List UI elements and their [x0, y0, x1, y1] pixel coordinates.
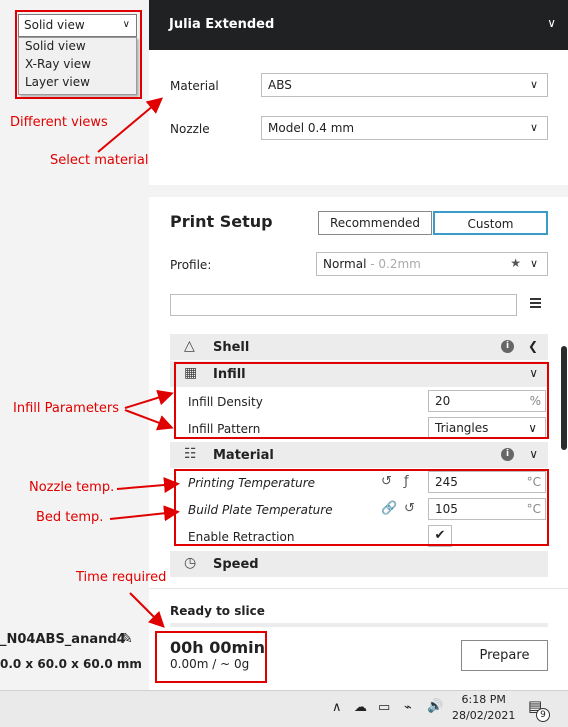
- settings-search-input[interactable]: [170, 294, 517, 316]
- view-option-layer[interactable]: Layer view: [19, 74, 136, 92]
- infill-pattern-label: Infill Pattern: [188, 422, 261, 436]
- annotation-infill-parameters: Infill Parameters: [13, 401, 120, 416]
- retraction-label: Enable Retraction: [188, 530, 295, 544]
- chevron-up-icon[interactable]: ∧: [332, 700, 342, 715]
- chevron-down-icon[interactable]: ∨: [547, 16, 556, 30]
- category-shell[interactable]: △ Shell i ❮: [170, 334, 548, 360]
- material-label: Material: [170, 79, 219, 93]
- printing-temp-label: Printing Temperature: [188, 476, 316, 490]
- chevron-down-icon: ∨: [528, 421, 537, 435]
- pencil-icon[interactable]: ✎: [121, 631, 133, 647]
- printing-temp-input[interactable]: 245 °C: [428, 471, 546, 493]
- category-infill[interactable]: ▦ Infill ∨: [170, 361, 548, 387]
- cloud-icon[interactable]: ☁: [354, 700, 367, 715]
- printer-name: Julia Extended: [169, 17, 275, 32]
- print-setup-title: Print Setup: [170, 212, 273, 231]
- viewer-area: [0, 0, 150, 690]
- progress-bar: [170, 623, 548, 627]
- category-speed[interactable]: ◷ Speed: [170, 551, 548, 577]
- profile-detail: - 0.2mm: [366, 257, 421, 271]
- annotation-time-required: Time required: [76, 570, 167, 585]
- check-icon: ✔: [434, 528, 446, 543]
- profile-value: Normal: [323, 257, 367, 271]
- print-time: 00h 00min: [170, 638, 266, 657]
- annotation-different-views: Different views: [10, 115, 108, 130]
- printing-temp-unit: °C: [526, 475, 541, 489]
- category-speed-label: Speed: [213, 557, 259, 572]
- section-divider: [149, 185, 568, 197]
- bed-temp-value: 105: [435, 502, 458, 516]
- nozzle-value: Model 0.4 mm: [268, 121, 355, 135]
- battery-icon[interactable]: ▭: [378, 700, 390, 715]
- material-amount: 0.00m / ~ 0g: [170, 657, 250, 671]
- job-dimensions: 0.0 x 60.0 x 60.0 mm: [0, 657, 142, 671]
- star-icon[interactable]: ★: [510, 256, 521, 270]
- annotation-bed-temp: Bed temp.: [36, 510, 104, 525]
- view-option-xray[interactable]: X-Ray view: [19, 56, 136, 74]
- view-mode-select[interactable]: Solid view ∨: [18, 14, 137, 37]
- printer-header[interactable]: Julia Extended ∨: [149, 0, 568, 50]
- profile-label: Profile:: [170, 258, 212, 272]
- nozzle-label: Nozzle: [170, 122, 210, 136]
- chevron-down-icon: ∨: [122, 19, 130, 30]
- category-material-label: Material: [213, 448, 274, 463]
- infill-density-value: 20: [435, 394, 451, 408]
- chevron-down-icon: ∨: [529, 257, 538, 270]
- annotation-nozzle-temp: Nozzle temp.: [29, 480, 115, 495]
- infill-pattern-value: Triangles: [435, 421, 489, 435]
- chevron-down-icon: ∨: [529, 121, 538, 134]
- tab-custom[interactable]: Custom: [433, 211, 548, 235]
- retraction-checkbox[interactable]: ✔: [428, 525, 452, 547]
- reset-icon[interactable]: ↺: [404, 501, 415, 516]
- speed-icon: ◷: [184, 555, 197, 571]
- menu-icon[interactable]: [530, 298, 541, 310]
- chevron-down-icon: ∨: [529, 447, 538, 461]
- material-select[interactable]: ABS ∨: [261, 73, 548, 97]
- category-shell-label: Shell: [213, 340, 250, 355]
- printing-temp-value: 245: [435, 475, 458, 489]
- link-icon[interactable]: 🔗: [381, 501, 397, 516]
- bed-temp-unit: °C: [526, 502, 541, 516]
- material-value: ABS: [268, 78, 292, 92]
- shell-icon: △: [184, 338, 195, 354]
- infill-icon: ▦: [184, 365, 198, 381]
- notification-count: 9: [536, 708, 550, 722]
- view-option-solid[interactable]: Solid view: [19, 38, 136, 56]
- view-mode-dropdown: Solid view X-Ray view Layer view: [18, 37, 137, 95]
- tab-recommended[interactable]: Recommended: [318, 211, 432, 235]
- category-infill-label: Infill: [213, 367, 246, 382]
- info-icon[interactable]: i: [501, 340, 514, 353]
- infill-density-label: Infill Density: [188, 395, 263, 409]
- profile-select[interactable]: Normal - 0.2mm ★ ∨: [316, 252, 548, 276]
- reset-icon[interactable]: ↺: [381, 474, 392, 489]
- annotation-select-material: Select material: [50, 153, 149, 168]
- material-icon: ☷: [184, 446, 197, 462]
- info-icon[interactable]: i: [501, 448, 514, 461]
- infill-density-input[interactable]: 20 %: [428, 390, 546, 412]
- category-material[interactable]: ☷ Material i ∨: [170, 442, 548, 468]
- chevron-down-icon: ∨: [529, 78, 538, 91]
- infill-pattern-select[interactable]: Triangles ∨: [428, 417, 546, 439]
- clock-date: 28/02/2021: [452, 709, 516, 722]
- infill-density-unit: %: [529, 394, 541, 408]
- taskbar-clock[interactable]: 6:18 PM 28/02/2021: [452, 692, 515, 724]
- bed-temp-label: Build Plate Temperature: [188, 503, 333, 517]
- nozzle-select[interactable]: Model 0.4 mm ∨: [261, 116, 548, 140]
- prepare-button[interactable]: Prepare: [461, 640, 548, 671]
- slice-status: Ready to slice: [170, 604, 265, 618]
- volume-icon[interactable]: 🔊: [427, 699, 443, 714]
- bed-temp-input[interactable]: 105 °C: [428, 498, 546, 520]
- view-mode-selected: Solid view: [24, 18, 85, 32]
- chevron-left-icon: ❮: [527, 339, 538, 353]
- wifi-icon[interactable]: ⌁: [404, 700, 412, 715]
- clock-time: 6:18 PM: [461, 693, 506, 706]
- job-name: _N04ABS_anand4: [0, 632, 126, 647]
- function-icon[interactable]: ƒ: [404, 474, 409, 489]
- settings-scrollbar[interactable]: [561, 346, 567, 450]
- chevron-down-icon: ∨: [529, 366, 538, 380]
